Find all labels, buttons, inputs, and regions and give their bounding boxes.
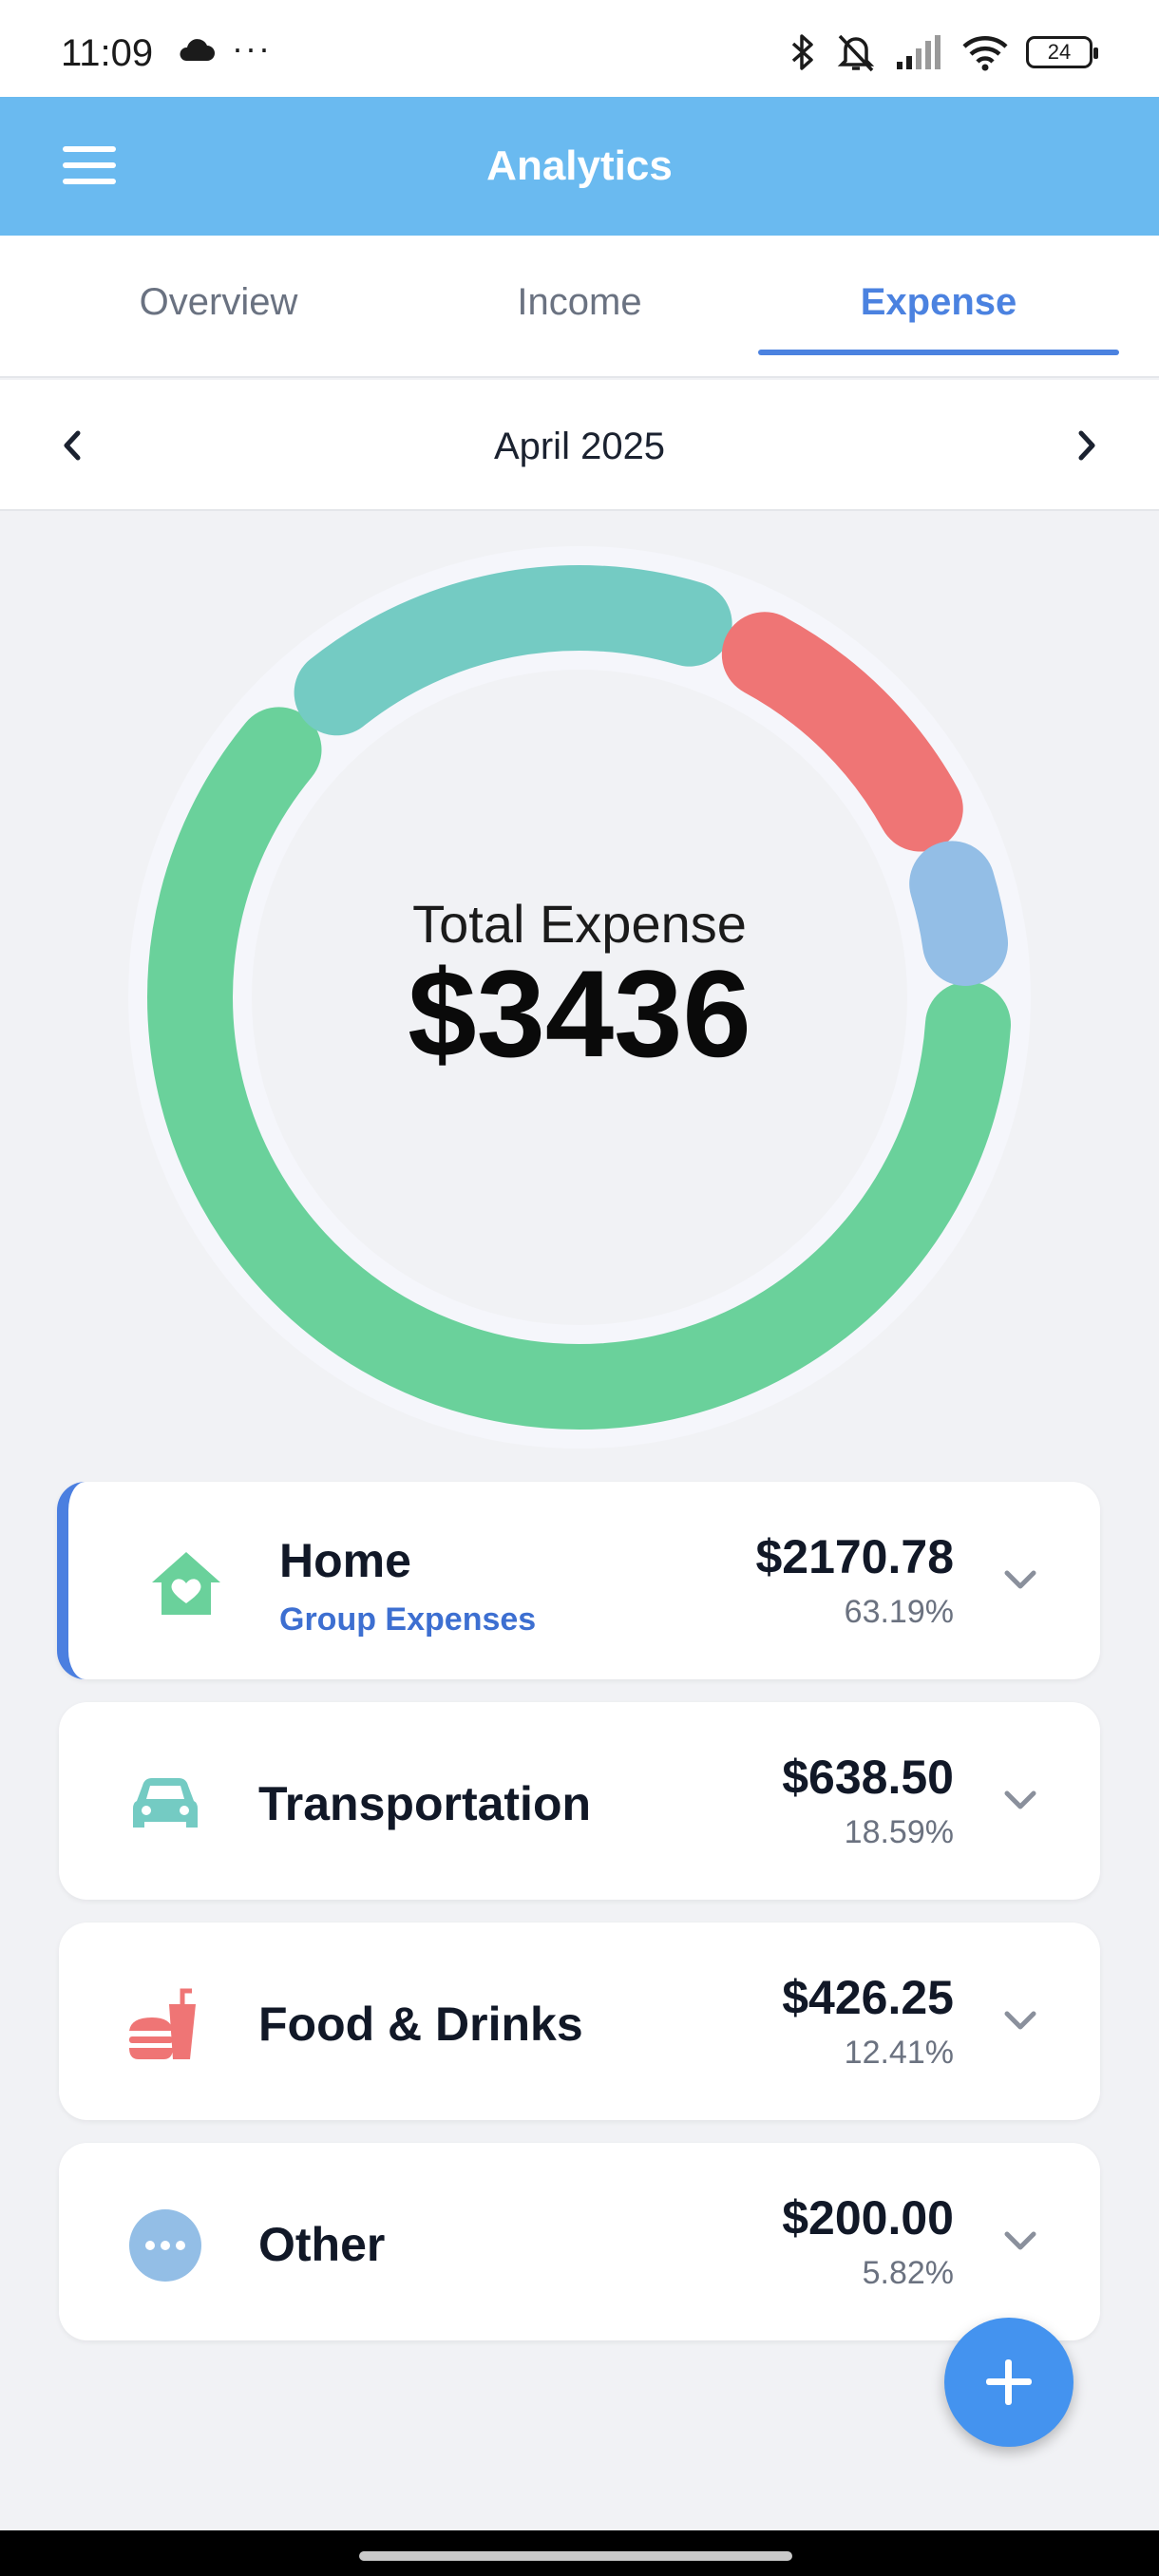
category-card-transportation[interactable]: Transportation $638.50 18.59% xyxy=(59,1702,1100,1900)
add-transaction-button[interactable] xyxy=(944,2318,1074,2447)
category-subtitle: Group Expenses xyxy=(279,1601,537,1638)
app-bar: Analytics xyxy=(0,97,1159,236)
tab-bar: Overview Income Expense xyxy=(0,236,1159,378)
month-selector: April 2025 xyxy=(0,380,1159,511)
status-overflow-dots: ··· xyxy=(232,28,272,67)
category-amount: $426.25 xyxy=(782,1971,954,2024)
page-title: Analytics xyxy=(486,142,673,189)
chevron-down-icon[interactable] xyxy=(999,1565,1041,1594)
month-label: April 2025 xyxy=(493,426,666,467)
wifi-icon xyxy=(962,36,1008,71)
status-bar: 11:09 ··· 24 xyxy=(0,0,1159,97)
more-dots-icon xyxy=(129,2209,201,2282)
chevron-down-icon[interactable] xyxy=(999,1786,1041,1814)
bluetooth-icon xyxy=(791,34,813,70)
category-percent: 5.82% xyxy=(862,2255,954,2291)
tab-overview[interactable]: Overview xyxy=(38,281,399,324)
category-card-food-drinks[interactable]: Food & Drinks $426.25 12.41% xyxy=(59,1923,1100,2120)
total-expense-value: $3436 xyxy=(408,944,751,1083)
chevron-down-icon[interactable] xyxy=(999,2226,1041,2255)
system-navigation-bar xyxy=(0,2530,1159,2576)
category-name: Food & Drinks xyxy=(258,1998,583,2051)
food-drinks-icon xyxy=(129,1988,196,2059)
category-amount: $638.50 xyxy=(782,1751,954,1804)
chevron-right-icon[interactable] xyxy=(1062,422,1110,469)
category-name: Transportation xyxy=(258,1777,592,1830)
signal-icon xyxy=(897,35,940,69)
status-icons: 24 xyxy=(788,32,1098,72)
home-heart-icon xyxy=(152,1552,220,1615)
chart-center-summary: Total Expense $3436 xyxy=(114,893,1045,1083)
cloud-icon xyxy=(180,39,215,61)
battery-indicator: 24 xyxy=(1026,36,1098,68)
chevron-down-icon[interactable] xyxy=(999,2006,1041,2035)
category-percent: 12.41% xyxy=(844,2035,954,2071)
mute-bell-icon xyxy=(837,34,875,72)
category-percent: 18.59% xyxy=(844,1814,954,1850)
category-percent: 63.19% xyxy=(844,1594,954,1630)
category-amount: $2170.78 xyxy=(755,1530,954,1583)
active-tab-indicator xyxy=(758,350,1119,355)
status-time: 11:09 xyxy=(61,32,154,74)
category-name: Home xyxy=(279,1534,411,1587)
car-icon xyxy=(133,1778,198,1828)
tab-expense[interactable]: Expense xyxy=(758,281,1119,324)
gesture-handle[interactable] xyxy=(359,2551,792,2561)
category-card-home[interactable]: Home Group Expenses $2170.78 63.19% xyxy=(57,1482,1100,1679)
category-card-other[interactable]: Other $200.00 5.82% xyxy=(59,2143,1100,2340)
category-name: Other xyxy=(258,2218,386,2271)
tab-income[interactable]: Income xyxy=(399,281,760,324)
category-amount: $200.00 xyxy=(782,2191,954,2245)
